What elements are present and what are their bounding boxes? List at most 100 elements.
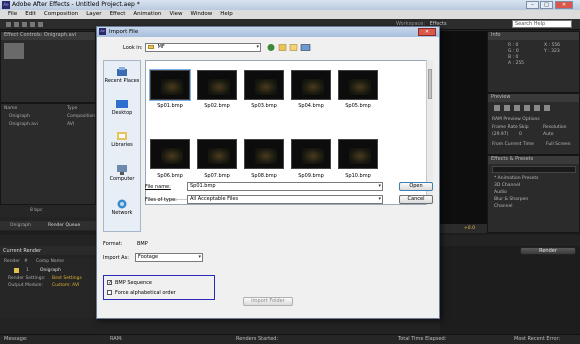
file-thumbnail[interactable] bbox=[338, 139, 378, 169]
import-folder-button[interactable]: Import Folder bbox=[243, 297, 293, 306]
force-alphabetical-label[interactable]: Force alphabetical order bbox=[115, 290, 176, 296]
menu-file[interactable]: File bbox=[4, 10, 21, 19]
file-thumbnail[interactable] bbox=[197, 139, 237, 169]
file-name[interactable]: Sp10.bmp bbox=[334, 173, 382, 179]
full-screen[interactable]: Full Screen bbox=[546, 142, 571, 147]
menu-help[interactable]: Help bbox=[216, 10, 237, 19]
render-settings-link[interactable]: Best Settings bbox=[52, 276, 82, 281]
file-name[interactable]: Sp04.bmp bbox=[287, 103, 335, 109]
import-as-select[interactable]: Footage ▾ bbox=[135, 253, 203, 262]
scrollbar-thumb[interactable] bbox=[428, 69, 432, 99]
files-of-type-select[interactable]: All Acceptable Files ▾ bbox=[187, 195, 383, 204]
project-item[interactable]: Onigraph.avi bbox=[9, 122, 38, 127]
effects-item[interactable]: Channel bbox=[494, 204, 512, 209]
file-name[interactable]: Sp02.bmp bbox=[193, 103, 241, 109]
new-folder-icon[interactable] bbox=[289, 44, 298, 51]
menu-layer[interactable]: Layer bbox=[82, 10, 105, 19]
bpc-button[interactable]: 8 bpc bbox=[30, 208, 42, 213]
tools-icon[interactable] bbox=[6, 21, 66, 28]
file-thumbnail[interactable] bbox=[150, 139, 190, 169]
file-name[interactable]: Sp01.bmp bbox=[146, 103, 194, 109]
playback-controls-icon[interactable] bbox=[494, 104, 574, 112]
chevron-down-icon[interactable]: ▾ bbox=[378, 183, 381, 190]
skip-value[interactable]: 0 bbox=[519, 132, 522, 137]
file-thumbnail[interactable] bbox=[291, 70, 331, 100]
app-titlebar: Adobe After Effects - Untitled Project.a… bbox=[0, 0, 580, 10]
format-label: Format: bbox=[103, 241, 123, 247]
search-help-input[interactable]: Search Help bbox=[512, 20, 572, 28]
minimize-button[interactable]: – bbox=[526, 1, 539, 9]
force-alphabetical-checkbox[interactable] bbox=[107, 290, 112, 295]
file-thumbnail[interactable] bbox=[149, 69, 191, 101]
look-in-select[interactable]: MF ▾ bbox=[145, 43, 261, 52]
info-panel: Info R : 0 G : 0 B : 0 A : 255 X : 556 Y… bbox=[487, 31, 580, 93]
file-thumbnail[interactable] bbox=[197, 70, 237, 100]
close-window-button[interactable]: ✕ bbox=[555, 1, 573, 9]
bmp-sequence-label[interactable]: BMP Sequence bbox=[115, 280, 152, 286]
open-button[interactable]: Open bbox=[399, 182, 433, 191]
info-a: A : 255 bbox=[508, 61, 525, 66]
place-label: Desktop bbox=[111, 110, 133, 116]
from-current-time[interactable]: From Current Time bbox=[492, 142, 534, 147]
up-folder-icon[interactable] bbox=[278, 44, 287, 51]
place-computer[interactable]: Computer bbox=[104, 165, 140, 182]
menu-view[interactable]: View bbox=[165, 10, 186, 19]
frame-rate-value[interactable]: (29.97) bbox=[492, 132, 508, 137]
ram-preview-options[interactable]: RAM Preview Options bbox=[492, 117, 540, 122]
project-col-name[interactable]: Name bbox=[4, 106, 17, 111]
place-libraries[interactable]: Libraries bbox=[104, 131, 140, 148]
bmp-sequence-checkbox[interactable]: ✓ bbox=[107, 280, 112, 286]
back-icon[interactable] bbox=[267, 44, 275, 51]
computer-icon bbox=[117, 165, 127, 175]
maximize-button[interactable]: □ bbox=[540, 1, 553, 9]
render-checkbox[interactable] bbox=[14, 268, 19, 273]
effects-item[interactable]: * Animation Presets bbox=[494, 176, 538, 181]
dialog-close-button[interactable]: ✕ bbox=[418, 28, 436, 36]
exposure-readout[interactable]: +0.0 bbox=[464, 226, 475, 231]
dialog-titlebar[interactable]: Import File bbox=[97, 27, 439, 37]
composition-viewer[interactable] bbox=[440, 31, 487, 224]
place-recent[interactable]: Recent Places bbox=[104, 67, 140, 84]
info-tab[interactable]: Info bbox=[488, 32, 579, 40]
effects-search-input[interactable] bbox=[492, 166, 576, 173]
cancel-button[interactable]: Cancel bbox=[399, 195, 433, 204]
project-col-type[interactable]: Type bbox=[67, 106, 77, 111]
file-name[interactable]: Sp06.bmp bbox=[146, 173, 194, 179]
menu-composition[interactable]: Composition bbox=[40, 10, 82, 19]
effects-item[interactable]: Blur & Sharpen bbox=[494, 197, 528, 202]
file-name[interactable]: Sp05.bmp bbox=[334, 103, 382, 109]
effect-controls-tab[interactable]: Effect Controls: Onigraph.avi bbox=[1, 32, 95, 40]
place-label: Computer bbox=[109, 176, 135, 182]
menu-effect[interactable]: Effect bbox=[106, 10, 130, 19]
effect-controls-panel: Effect Controls: Onigraph.avi bbox=[0, 31, 96, 103]
file-name[interactable]: Sp08.bmp bbox=[240, 173, 288, 179]
file-name[interactable]: Sp07.bmp bbox=[193, 173, 241, 179]
info-g: G : 0 bbox=[508, 49, 519, 54]
preview-tab[interactable]: Preview bbox=[488, 94, 579, 102]
output-module-link[interactable]: Custom: AVI bbox=[52, 283, 79, 288]
file-name[interactable]: Sp09.bmp bbox=[287, 173, 335, 179]
render-button[interactable]: Render bbox=[520, 247, 576, 255]
view-menu-icon[interactable] bbox=[300, 44, 311, 51]
file-name-input[interactable]: Sp01.bmp ▾ bbox=[187, 182, 383, 191]
file-name[interactable]: Sp03.bmp bbox=[240, 103, 288, 109]
menu-window[interactable]: Window bbox=[187, 10, 217, 19]
chevron-down-icon: ▾ bbox=[256, 44, 259, 50]
tab-render-queue[interactable]: Render Queue bbox=[48, 223, 80, 228]
file-thumbnail[interactable] bbox=[244, 139, 284, 169]
effects-item[interactable]: Audio bbox=[494, 190, 507, 195]
file-thumbnail[interactable] bbox=[338, 70, 378, 100]
ae-dialog-icon: Ae bbox=[99, 28, 106, 35]
effects-presets-tab[interactable]: Effects & Presets bbox=[488, 156, 579, 164]
place-desktop[interactable]: Desktop bbox=[104, 99, 140, 116]
effects-item[interactable]: 3D Channel bbox=[494, 183, 520, 188]
file-thumbnail[interactable] bbox=[291, 139, 331, 169]
rq-comp-name[interactable]: Onigraph bbox=[40, 268, 61, 273]
menu-edit[interactable]: Edit bbox=[21, 10, 40, 19]
tab-onigraph[interactable]: Onigraph bbox=[10, 223, 31, 228]
menu-animation[interactable]: Animation bbox=[129, 10, 165, 19]
resolution-value[interactable]: Auto bbox=[543, 132, 553, 137]
project-item[interactable]: Onigraph bbox=[9, 114, 30, 119]
place-network[interactable]: Network bbox=[104, 199, 140, 216]
file-thumbnail[interactable] bbox=[244, 70, 284, 100]
